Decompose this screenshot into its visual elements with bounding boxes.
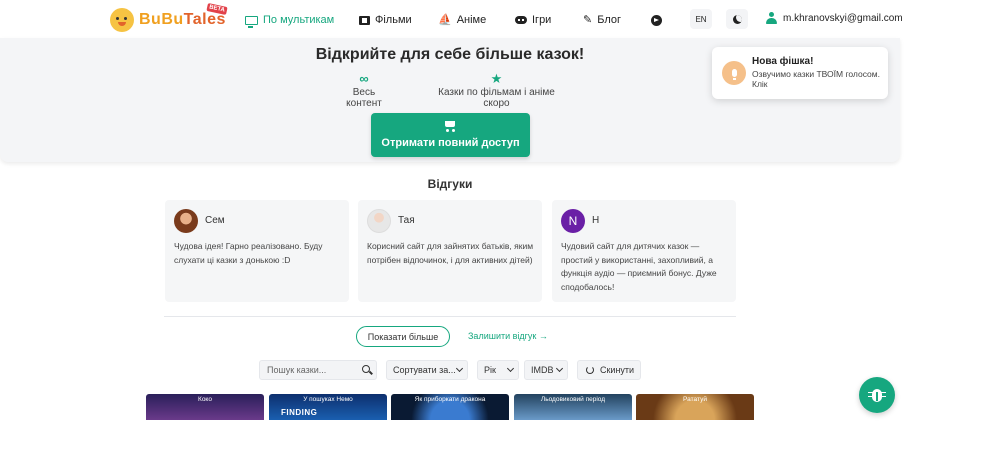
- feature-coming-soon-label: Казки по фільмам і аніме скоро: [438, 87, 555, 109]
- avatar: N: [561, 209, 585, 233]
- telegram-icon: [651, 14, 662, 26]
- search-box: [259, 360, 377, 380]
- reviews-title: Відгуки: [427, 177, 473, 191]
- bug-icon: [868, 388, 886, 402]
- rating-select-value: IMDB: [531, 365, 554, 375]
- avatar: [174, 209, 198, 233]
- feature-coming-soon: ★ Казки по фільмам і аніме скоро: [426, 71, 567, 110]
- nav-telegram[interactable]: [651, 12, 667, 28]
- review-text: Корисний сайт для зайнятих батьків, яким…: [367, 241, 534, 265]
- review-text: Чудова ідея! Гарно реалізовано. Буду слу…: [174, 241, 323, 265]
- user-account[interactable]: m.khranovskyi@gmail.com: [766, 12, 903, 24]
- tv-icon: [245, 15, 258, 28]
- search-input[interactable]: [260, 361, 360, 379]
- microphone-icon: [722, 61, 746, 85]
- review-author: Тая: [398, 215, 415, 226]
- movie-title: У пошуках Немо: [303, 396, 353, 403]
- reset-filters-button[interactable]: Скинути: [577, 360, 641, 380]
- feature-all-content-label: Весь контент: [346, 87, 382, 109]
- year-select-value: Рік: [484, 365, 496, 375]
- movie-title: Рататуй: [683, 396, 707, 403]
- infinity-icon: ∞: [359, 71, 369, 86]
- toast-text: Озвучимо казки ТВОЇМ голосом. Клік: [752, 69, 880, 89]
- theme-toggle[interactable]: [726, 9, 748, 29]
- top-navbar: BuBuTales BETA По мультикам Фільми ⛵ Ані…: [0, 0, 903, 38]
- nav-cartoons[interactable]: По мультикам: [245, 12, 334, 28]
- movie-title: Коко: [198, 396, 212, 403]
- review-text: Чудовий сайт для дитячих казок — простий…: [561, 241, 717, 292]
- search-icon[interactable]: [362, 365, 370, 373]
- review-author: Сем: [205, 215, 225, 226]
- movie-title: Як приборкати дракона: [414, 396, 486, 403]
- chevron-down-icon: [506, 364, 515, 373]
- nav-anime[interactable]: ⛵ Аніме: [438, 12, 486, 28]
- report-bug-button[interactable]: [859, 377, 895, 413]
- nav-blog[interactable]: ✎ Блог: [583, 12, 621, 28]
- chevron-down-icon: [455, 364, 464, 373]
- new-feature-toast[interactable]: Нова фішка! Озвучимо казки ТВОЇМ голосом…: [712, 47, 888, 99]
- page: BuBuTales BETA По мультикам Фільми ⛵ Ані…: [0, 0, 903, 465]
- logo[interactable]: BuBuTales BETA: [110, 3, 228, 34]
- logo-text: BuBuTales: [139, 11, 226, 28]
- movie-poster-text: FINDING: [281, 408, 318, 417]
- nav-games[interactable]: Ігри: [515, 12, 551, 28]
- film-icon: [359, 15, 370, 25]
- nav-cartoons-label: По мультикам: [263, 14, 335, 26]
- get-full-access-label: Отримати повний доступ: [381, 137, 520, 149]
- nav-games-label: Ігри: [532, 14, 552, 26]
- star-icon: ★: [490, 71, 503, 86]
- nav-films-label: Фільми: [375, 14, 412, 26]
- movie-card[interactable]: Коко: [146, 394, 264, 420]
- nav-films[interactable]: Фільми: [359, 12, 412, 28]
- chevron-down-icon: [555, 364, 564, 373]
- toast-title: Нова фішка!: [752, 56, 814, 67]
- user-email: m.khranovskyi@gmail.com: [783, 12, 903, 24]
- show-more-button[interactable]: Показати більше: [356, 326, 450, 347]
- anime-icon: ⛵: [438, 13, 452, 26]
- moon-icon: [732, 14, 742, 24]
- reset-icon: [586, 366, 594, 374]
- movie-card[interactable]: Льодовиковий період: [514, 394, 632, 420]
- rating-select[interactable]: IMDB: [524, 360, 568, 380]
- movie-title: Льодовиковий період: [540, 396, 606, 403]
- review-author: Н: [592, 215, 600, 226]
- year-select[interactable]: Рік: [477, 360, 519, 380]
- movie-card[interactable]: Рататуй: [636, 394, 754, 420]
- feature-all-content: ∞ Весь контент: [334, 71, 394, 110]
- review-card: Тая Корисний сайт для зайнятих батьків, …: [358, 200, 542, 302]
- avatar: [367, 209, 391, 233]
- sort-select-value: Сортувати за...: [393, 365, 456, 375]
- movie-card[interactable]: У пошуках Немо FINDING: [269, 394, 387, 420]
- gamepad-icon: [515, 16, 527, 24]
- blog-icon: ✎: [583, 13, 593, 26]
- divider: [164, 316, 736, 317]
- review-card: N Н Чудовий сайт для дитячих казок — про…: [552, 200, 736, 302]
- movie-card[interactable]: Як приборкати дракона: [391, 394, 509, 420]
- nav-anime-label: Аніме: [456, 14, 487, 26]
- cart-icon: [444, 121, 457, 132]
- nav-blog-label: Блог: [597, 14, 621, 26]
- get-full-access-button[interactable]: Отримати повний доступ: [371, 113, 530, 157]
- sort-select[interactable]: Сортувати за...: [386, 360, 468, 380]
- logo-face-icon: [110, 8, 134, 32]
- user-icon: [766, 12, 777, 24]
- leave-review-link[interactable]: Залишити відгук →: [468, 331, 548, 341]
- language-toggle[interactable]: EN: [690, 9, 712, 29]
- reset-filters-label: Скинути: [600, 365, 635, 375]
- review-card: Сем Чудова ідея! Гарно реалізовано. Буду…: [165, 200, 349, 302]
